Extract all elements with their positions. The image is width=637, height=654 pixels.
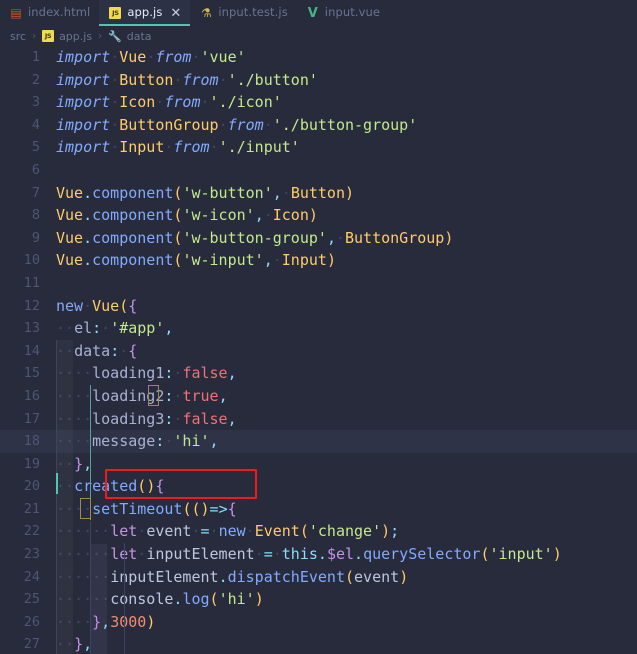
line-number: 17 xyxy=(23,410,40,427)
code-line[interactable]: 20 ··created(){ xyxy=(0,475,637,498)
code-text: ····loading2:·true, xyxy=(56,386,228,405)
line-number: 3 xyxy=(31,94,40,111)
code-line[interactable]: 17 ····loading3:·false, xyxy=(0,408,637,431)
tab-input-vue[interactable]: V input.vue xyxy=(297,0,389,26)
code-line[interactable]: 4 import·ButtonGroup·from·'./button-group… xyxy=(0,114,637,137)
javascript-file-icon: JS xyxy=(42,30,55,42)
code-line[interactable]: 11 xyxy=(0,272,637,295)
indent-guide-active xyxy=(90,385,91,520)
code-line[interactable]: 7 Vue.component('w-button',·Button) xyxy=(0,182,637,205)
indent-guide-level-1 xyxy=(90,521,91,654)
code-line[interactable]: 5 import·Input·from·'./input' xyxy=(0,136,637,159)
breadcrumb: src › JS app.js › 🔧 data xyxy=(0,26,637,46)
wrench-icon: 🔧 xyxy=(108,29,122,43)
breadcrumb-item-app-js[interactable]: app.js xyxy=(59,30,92,43)
code-line[interactable]: 22 ······let·event·=·new·Event('change'); xyxy=(0,520,637,543)
chevron-right-icon: › xyxy=(32,30,37,42)
line-number: 12 xyxy=(23,297,40,314)
code-text: ······inputElement.dispatchEvent(event) xyxy=(56,567,409,586)
line-number: 15 xyxy=(23,365,40,382)
line-number: 25 xyxy=(23,591,40,608)
line-number: 2 xyxy=(31,71,40,88)
code-text: import·Vue·from·'vue' xyxy=(56,48,246,66)
code-line[interactable]: 6 xyxy=(0,159,637,182)
line-number: 22 xyxy=(23,523,40,540)
line-number: 18 xyxy=(23,433,40,450)
line-number: 14 xyxy=(23,342,40,359)
code-text: ······let·event·=·new·Event('change'); xyxy=(56,522,400,541)
indent-guide-level-2 xyxy=(124,543,125,654)
tab-label: index.html xyxy=(28,5,91,20)
tab-input-test-js[interactable]: ⚗ input.test.js xyxy=(190,0,296,26)
code-text: ····message:·'hi', xyxy=(56,432,219,451)
chevron-right-icon: › xyxy=(98,30,103,42)
javascript-file-icon: JS xyxy=(109,7,122,19)
text-cursor xyxy=(56,473,58,494)
html5-file-icon: ▤ xyxy=(10,6,22,20)
code-line[interactable]: 12 new·Vue({ xyxy=(0,295,637,318)
code-line[interactable]: 1 import·Vue·from·'vue' xyxy=(0,46,637,69)
line-number: 4 xyxy=(31,116,40,133)
breadcrumb-item-data[interactable]: data xyxy=(127,30,152,43)
indent-shade-1 xyxy=(56,340,73,654)
line-number: 1 xyxy=(31,49,40,65)
code-text: import·Input·from·'./input' xyxy=(56,138,300,157)
indent-guide-level-0 xyxy=(56,340,57,654)
code-text: import·ButtonGroup·from·'./button-group' xyxy=(56,115,418,134)
code-line[interactable]: 21 ····setTimeout(()=>{ xyxy=(0,498,637,521)
line-number: 5 xyxy=(31,139,40,156)
code-line[interactable]: 9 Vue.component('w-button-group',·ButtonG… xyxy=(0,227,637,250)
line-number: 21 xyxy=(23,500,40,517)
tab-label: input.vue xyxy=(324,5,381,20)
indent-shade-2 xyxy=(90,544,107,654)
code-text: ······let·inputElement·=·this.$el.queryS… xyxy=(56,545,562,564)
breadcrumb-item-src[interactable]: src xyxy=(10,30,26,43)
code-line[interactable]: 16 ····loading2:·true, xyxy=(0,385,637,408)
line-number: 13 xyxy=(23,320,40,337)
line-number: 6 xyxy=(31,161,40,178)
code-text: Vue.component('w-button',·Button) xyxy=(56,183,355,202)
code-line[interactable]: 19 ··}, xyxy=(0,453,637,476)
tab-app-js[interactable]: JS app.js ✕ xyxy=(99,0,191,26)
code-text: ··el:·'#app', xyxy=(56,319,174,338)
code-line[interactable]: 13 ··el:·'#app', xyxy=(0,317,637,340)
line-number: 20 xyxy=(23,478,40,495)
code-line[interactable]: 2 import·Button·from·'./button' xyxy=(0,69,637,92)
code-text: Vue.component('w-icon',·Icon) xyxy=(56,206,318,225)
code-text: ····loading1:·false, xyxy=(56,364,237,383)
code-text: Vue.component('w-button-group',·ButtonGr… xyxy=(56,228,454,247)
tab-close-icon[interactable]: ✕ xyxy=(170,7,181,20)
code-text: new·Vue({ xyxy=(56,296,138,315)
editor-tab-bar: ▤ index.html JS app.js ✕ ⚗ input.test.js… xyxy=(0,0,637,26)
line-number: 10 xyxy=(23,252,40,269)
line-number: 16 xyxy=(23,387,40,404)
vue-file-icon: V xyxy=(307,5,318,21)
line-number: 24 xyxy=(23,568,40,585)
code-line[interactable]: 14 ··data:·{ xyxy=(0,340,637,363)
test-flask-icon: ⚗ xyxy=(200,6,212,20)
code-line[interactable]: 10 Vue.component('w-input',·Input) xyxy=(0,249,637,272)
line-number: 7 xyxy=(31,184,40,201)
code-line[interactable]: 15 ····loading1:·false, xyxy=(0,362,637,385)
line-number: 23 xyxy=(23,546,40,563)
line-number: 19 xyxy=(23,455,40,472)
code-text: import·Icon·from·'./icon' xyxy=(56,93,282,112)
line-number: 26 xyxy=(23,613,40,630)
code-editor-surface[interactable]: 1 import·Vue·from·'vue' 2 import·Button·fro… xyxy=(0,46,637,654)
line-number: 9 xyxy=(31,229,40,246)
code-text: ······console.log('hi') xyxy=(56,590,264,609)
tab-label: input.test.js xyxy=(218,5,288,20)
line-number: 11 xyxy=(23,274,40,291)
line-number: 27 xyxy=(23,636,40,653)
code-line[interactable]: 8 Vue.component('w-icon',·Icon) xyxy=(0,204,637,227)
code-line[interactable]: 3 import·Icon·from·'./icon' xyxy=(0,91,637,114)
code-text: ····loading3:·false, xyxy=(56,409,237,428)
code-text: import·Button·from·'./button' xyxy=(56,70,318,89)
line-number: 8 xyxy=(31,207,40,224)
code-text: ····setTimeout(()=>{ xyxy=(56,499,237,518)
code-text: Vue.component('w-input',·Input) xyxy=(56,251,336,270)
tab-index-html[interactable]: ▤ index.html xyxy=(0,0,99,26)
code-line[interactable]: 18 ····message:·'hi', xyxy=(0,430,637,453)
tab-label: app.js xyxy=(127,5,163,20)
